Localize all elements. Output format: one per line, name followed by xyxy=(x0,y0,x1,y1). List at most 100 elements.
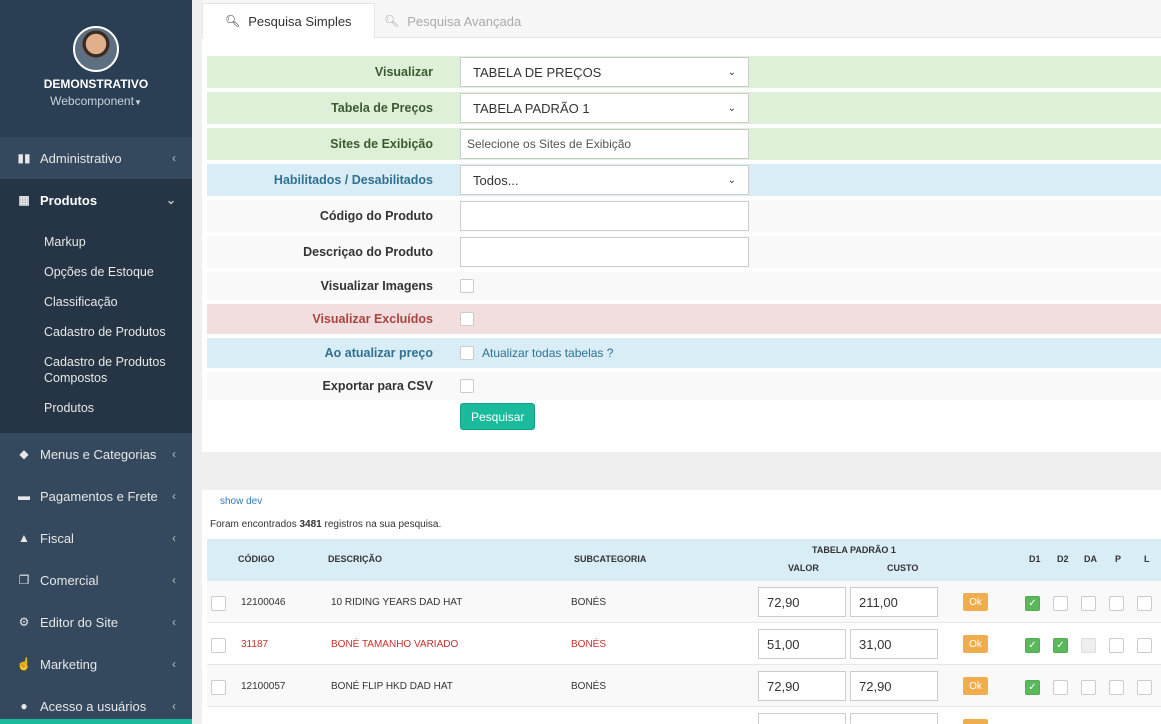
tabela-precos-select[interactable]: TABELA PADRÃO 1 ⌄ xyxy=(460,93,749,123)
d1-checkbox[interactable]: ✓ xyxy=(1025,680,1040,695)
habilitados-select[interactable]: Todos... ⌄ xyxy=(460,165,749,195)
ok-button[interactable]: Ok xyxy=(963,677,988,695)
col-custo[interactable]: CUSTO xyxy=(887,563,918,573)
col-subcategoria[interactable]: SUBCATEGORIA xyxy=(574,554,646,564)
cell-subcategoria: BONÉS xyxy=(571,639,607,650)
d1-checkbox[interactable]: ✓ xyxy=(1025,638,1040,653)
p-checkbox[interactable] xyxy=(1109,638,1124,653)
gear-icon: ⚙ xyxy=(18,615,30,629)
row-select-checkbox[interactable] xyxy=(211,596,226,611)
tab-label: Pesquisa Simples xyxy=(248,13,352,29)
sidebar-item-marketing[interactable]: ☝ Marketing ‹ xyxy=(0,643,192,685)
profile: DEMONSTRATIVO Webcomponent▼ xyxy=(0,0,192,137)
col-l: L xyxy=(1144,554,1150,564)
row-visualizar: Visualizar TABELA DE PREÇOS ⌄ xyxy=(207,56,1161,88)
atualizar-todas-checkbox[interactable] xyxy=(460,346,474,360)
descricao-produto-input[interactable] xyxy=(460,237,749,267)
caret-down-icon: ▼ xyxy=(133,98,142,107)
valor-input[interactable] xyxy=(758,713,846,724)
da-checkbox[interactable] xyxy=(1081,680,1096,695)
d2-checkbox[interactable] xyxy=(1053,680,1068,695)
visualizar-imagens-checkbox[interactable] xyxy=(460,279,474,293)
da-checkbox[interactable] xyxy=(1081,596,1096,611)
exportar-csv-checkbox[interactable] xyxy=(460,379,474,393)
submenu-item-produtos[interactable]: Produtos xyxy=(0,393,192,423)
col-descricao[interactable]: DESCRIÇÃO xyxy=(328,554,382,564)
table-icon: ▦ xyxy=(18,193,30,207)
d1-checkbox[interactable]: ✓ xyxy=(1025,596,1040,611)
field-label: Habilitados / Desabilitados xyxy=(273,173,433,187)
submenu-item-markup[interactable]: Markup xyxy=(0,227,192,257)
d2-checkbox[interactable]: ✓ xyxy=(1053,638,1068,653)
col-codigo[interactable]: CÓDIGO xyxy=(238,554,275,564)
submenu-item-classificacao[interactable]: Classificação xyxy=(0,287,192,317)
sidebar-item-menus-categorias[interactable]: ◆ Menus e Categorias ‹ xyxy=(0,433,192,475)
row-select-checkbox[interactable] xyxy=(211,638,226,653)
visualizar-select[interactable]: TABELA DE PREÇOS ⌄ xyxy=(460,57,749,87)
l-checkbox[interactable] xyxy=(1137,680,1152,695)
sidebar-item-comercial[interactable]: ❐ Comercial ‹ xyxy=(0,559,192,601)
p-checkbox[interactable] xyxy=(1109,680,1124,695)
cell-subcategoria: BONÉS xyxy=(571,681,607,692)
row-tabela-precos: Tabela de Preços TABELA PADRÃO 1 ⌄ xyxy=(207,92,1161,124)
custo-input[interactable]: 72,90 xyxy=(850,671,938,701)
p-checkbox[interactable] xyxy=(1109,596,1124,611)
sidebar-item-editor-site[interactable]: ⚙ Editor do Site ‹ xyxy=(0,601,192,643)
custo-input[interactable]: 31,00 xyxy=(850,629,938,659)
sidebar-item-label: Administrativo xyxy=(40,150,122,166)
sidebar-item-administrativo[interactable]: ▮▮ Administrativo ‹ xyxy=(0,137,192,179)
row-visualizar-excluidos: Visualizar Excluídos xyxy=(207,304,1161,334)
show-dev-link[interactable]: show dev xyxy=(220,496,262,507)
col-p: P xyxy=(1115,554,1122,564)
multiselect-placeholder: Selecione os Sites de Exibição xyxy=(467,137,632,151)
field-label: Código do Produto xyxy=(319,209,433,223)
col-valor[interactable]: VALOR xyxy=(788,563,819,573)
pesquisar-button[interactable]: Pesquisar xyxy=(460,403,536,430)
row-descricao-produto: Descriçao do Produto xyxy=(207,236,1161,268)
tab-pesquisa-avancada[interactable]: 🔍︎ Pesquisa Avançada xyxy=(362,3,543,39)
ok-button[interactable]: Ok xyxy=(963,593,988,611)
custo-input[interactable]: 211,00 xyxy=(850,587,938,617)
sidebar-item-label: Comercial xyxy=(40,572,99,588)
valor-input[interactable]: 72,90 xyxy=(758,587,846,617)
field-label: Visualizar Imagens xyxy=(320,279,433,293)
submenu-item-cadastro-compostos[interactable]: Cadastro de Produtos Compostos xyxy=(0,347,192,393)
select-value: TABELA PADRÃO 1 xyxy=(473,100,590,116)
sites-exibicao-multiselect[interactable]: Selecione os Sites de Exibição xyxy=(460,129,749,159)
sidebar-item-label: Fiscal xyxy=(40,530,74,546)
search-panel: 🔍︎ Pesquisa Simples 🔍︎ Pesquisa Avançada… xyxy=(202,0,1161,452)
custo-input[interactable] xyxy=(850,713,938,724)
company-dropdown[interactable]: Webcomponent▼ xyxy=(0,94,192,108)
sidebar-menu: ▮▮ Administrativo ‹ ▦ Produtos ⌄ Markup … xyxy=(0,137,192,724)
tab-pesquisa-simples[interactable]: 🔍︎ Pesquisa Simples xyxy=(202,3,375,39)
visualizar-excluidos-checkbox[interactable] xyxy=(460,312,474,326)
sidebar-item-label: Acesso a usuários xyxy=(40,698,147,714)
submenu-item-opcoes-estoque[interactable]: Opções de Estoque xyxy=(0,257,192,287)
codigo-produto-input[interactable] xyxy=(460,201,749,231)
results-panel: show dev Foram encontrados 3481 registro… xyxy=(202,490,1161,724)
chevron-down-icon: ⌄ xyxy=(165,193,176,207)
d2-checkbox[interactable] xyxy=(1053,596,1068,611)
valor-input[interactable]: 72,90 xyxy=(758,671,846,701)
chevron-left-icon: ‹ xyxy=(172,531,176,545)
cell-codigo: 31187 xyxy=(241,639,269,650)
l-checkbox[interactable] xyxy=(1137,638,1152,653)
cell-codigo: 12100046 xyxy=(241,597,286,608)
sidebar-item-produtos[interactable]: ▦ Produtos ⌄ xyxy=(0,179,192,221)
excluidos-check-wrap xyxy=(460,312,474,326)
sidebar-item-pagamentos-frete[interactable]: ▬ Pagamentos e Frete ‹ xyxy=(0,475,192,517)
search-icon: 🔍︎ xyxy=(225,14,241,28)
l-checkbox[interactable] xyxy=(1137,596,1152,611)
valor-input[interactable]: 51,00 xyxy=(758,629,846,659)
search-form: Visualizar TABELA DE PREÇOS ⌄ Tabela de … xyxy=(207,56,1161,430)
cell-subcategoria: BONÉS xyxy=(571,597,607,608)
ok-button[interactable] xyxy=(963,719,988,724)
sidebar-footer-bar xyxy=(0,719,192,724)
avatar[interactable] xyxy=(73,26,119,72)
sidebar-item-fiscal[interactable]: ▲ Fiscal ‹ xyxy=(0,517,192,559)
ok-button[interactable]: Ok xyxy=(963,635,988,653)
submenu-item-cadastro-produtos[interactable]: Cadastro de Produtos xyxy=(0,317,192,347)
area-chart-icon: ▲ xyxy=(18,531,30,545)
row-select-checkbox[interactable] xyxy=(211,680,226,695)
sidebar-item-label: Marketing xyxy=(40,656,98,672)
